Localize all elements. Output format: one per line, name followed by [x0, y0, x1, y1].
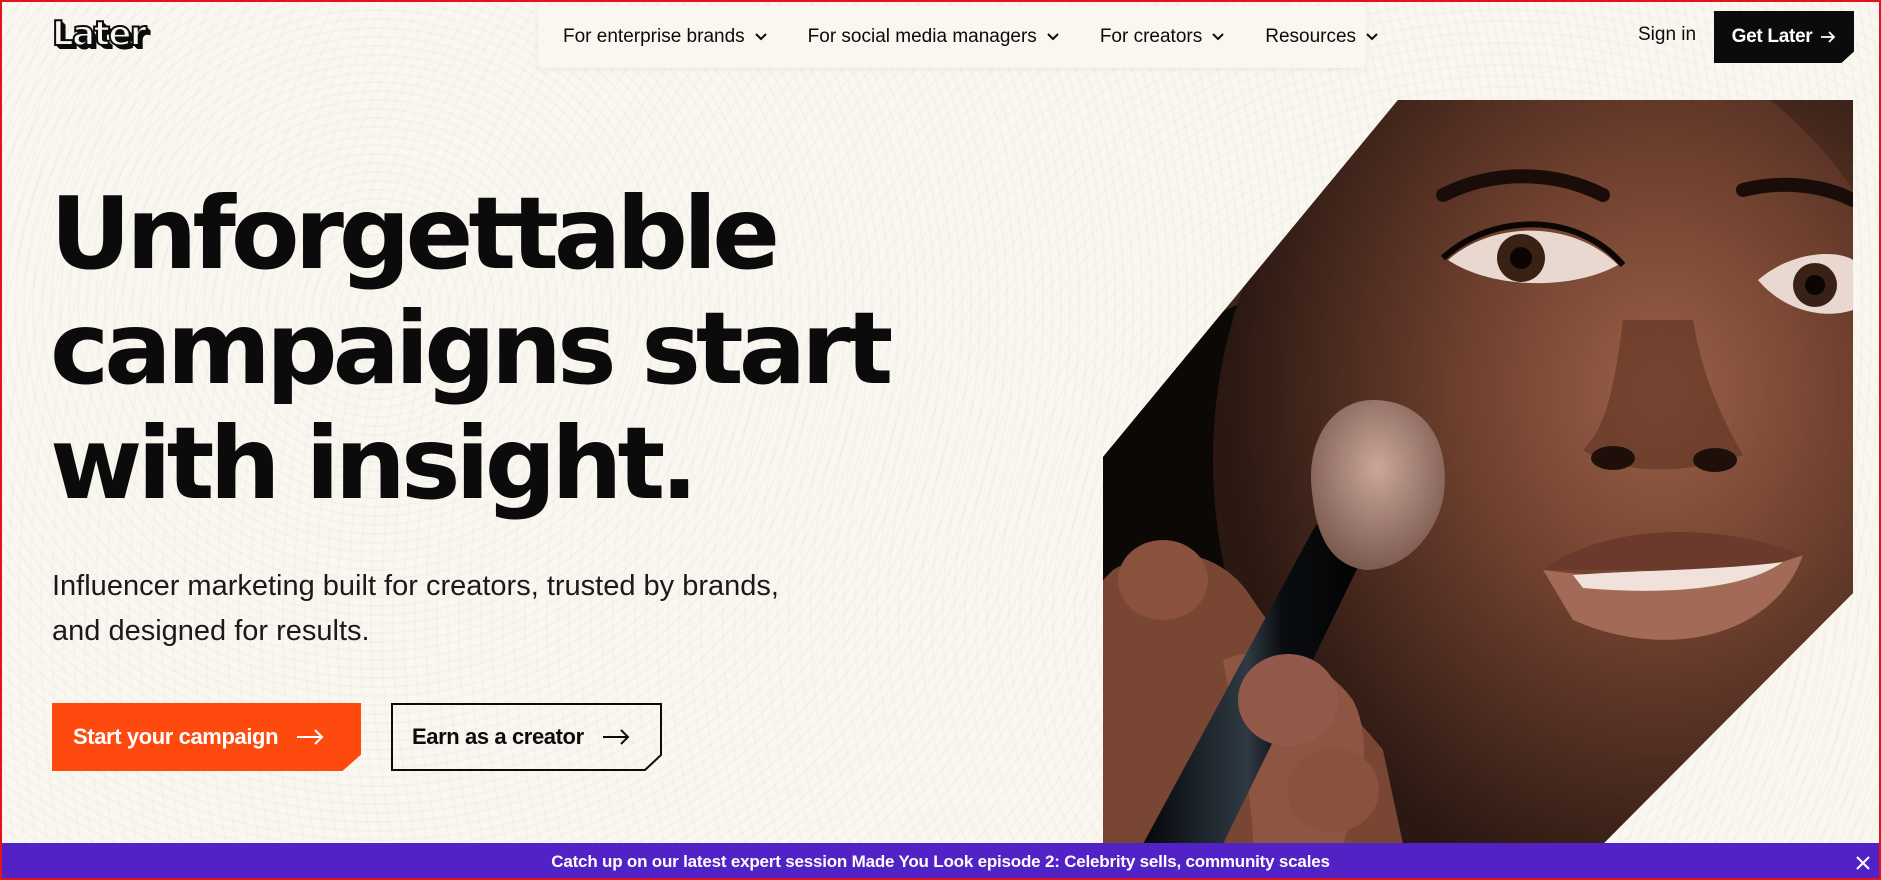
close-icon[interactable]	[1855, 855, 1871, 871]
later-logo[interactable]: Later	[51, 13, 192, 60]
nav-item-resources[interactable]: Resources	[1265, 26, 1379, 48]
nav-item-label: For social media managers	[807, 26, 1037, 47]
arrow-right-icon	[297, 729, 324, 745]
nav-item-creators[interactable]: For creators	[1100, 26, 1225, 48]
chevron-down-icon	[1212, 33, 1224, 41]
get-later-label: Get Later	[1731, 26, 1813, 47]
nav-item-enterprise-brands[interactable]: For enterprise brands	[563, 26, 768, 48]
chevron-down-icon	[1366, 33, 1378, 41]
sign-in-link[interactable]: Sign in	[1638, 24, 1696, 46]
hero-headline: Unforgettable campaigns start with insig…	[50, 176, 1030, 521]
start-campaign-label: Start your campaign	[73, 724, 279, 749]
logo-wordmark: Later	[51, 13, 148, 55]
arrow-right-icon	[602, 729, 630, 745]
chevron-down-icon	[754, 33, 767, 41]
headline-line: campaigns start	[50, 290, 893, 407]
arrow-right-icon	[1821, 31, 1836, 43]
nav-item-label: For enterprise brands	[563, 26, 745, 47]
nav-item-label: For creators	[1099, 26, 1203, 47]
headline-line: with insight.	[50, 405, 698, 522]
get-later-button[interactable]: Get Later	[1714, 11, 1854, 63]
hero-subhead: Influencer marketing built for creators,…	[52, 564, 812, 654]
announcement-banner[interactable]: Catch up on our latest expert session Ma…	[0, 843, 1881, 880]
chevron-down-icon	[1047, 33, 1059, 41]
headline-line: Unforgettable	[50, 175, 780, 292]
start-campaign-button[interactable]: Start your campaign	[52, 703, 361, 771]
earn-as-creator-label: Earn as a creator	[412, 724, 584, 749]
nav-item-label: Resources	[1265, 26, 1357, 47]
subhead-line: and designed for results.	[52, 615, 370, 647]
earn-as-creator-button[interactable]: Earn as a creator	[391, 703, 662, 771]
main-nav: For enterprise brands For social media m…	[538, 6, 1378, 68]
subhead-line: Influencer marketing built for creators,…	[52, 570, 779, 602]
banner-text[interactable]: Catch up on our latest expert session Ma…	[0, 852, 1881, 872]
nav-item-social-media-managers[interactable]: For social media managers	[808, 26, 1060, 48]
